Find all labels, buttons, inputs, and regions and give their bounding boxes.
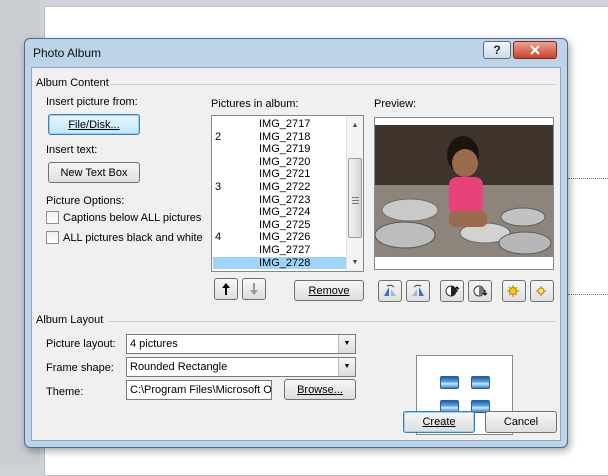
browse-button[interactable]: Browse... [284,379,356,400]
pictures-in-album-label: Pictures in album: [211,98,299,110]
preview-label: Preview: [374,98,417,110]
scroll-grip [352,203,359,204]
list-item[interactable]: 4 IMG_2726 [213,231,346,243]
picture-name: IMG_2717 [259,118,311,130]
arrow-up-icon [222,283,230,295]
scroll-up-icon[interactable]: ▲ [347,117,363,133]
picture-name: IMG_2726 [259,231,311,244]
insert-text-label: Insert text: [46,144,98,156]
brightness-down-button[interactable] [530,280,554,302]
captions-checkbox-label: Captions below ALL pictures [63,211,202,224]
picture-name: IMG_2727 [259,244,311,256]
picture-name: IMG_2723 [259,193,311,206]
rotate-right-button[interactable] [406,280,430,302]
list-item[interactable]: IMG_2719 [213,143,346,155]
theme-label: Theme: [46,386,84,398]
slide-number: 4 [215,231,222,244]
picture-name: IMG_2728 [259,256,311,269]
list-item[interactable]: 3 IMG_2722 [213,181,346,193]
pictures-list[interactable]: IMG_2717 2 IMG_2718 IMG_2719 IMG_2720 IMG_272… [211,115,364,272]
list-item[interactable]: IMG_2727 [213,244,346,256]
close-icon [530,45,540,55]
insert-picture-label: Insert picture from: [46,96,138,108]
picture-name: IMG_2725 [259,218,311,231]
picture-name: IMG_2724 [259,206,311,219]
picture-name: IMG_2720 [259,155,311,168]
scroll-grip [352,200,359,201]
create-button-label: Create [422,416,456,428]
contrast-down-icon [473,285,488,297]
frame-shape-dropdown[interactable]: Rounded Rectangle ▼ [126,357,356,377]
brightness-up-icon [507,285,519,297]
picture-name: IMG_2722 [259,181,311,193]
list-scrollbar[interactable]: ▲ ▼ [346,116,363,271]
preview-frame [374,117,554,270]
list-item[interactable]: 2 IMG_2718 [213,131,346,143]
picture-name: IMG_2718 [259,130,311,143]
create-button[interactable]: Create [403,411,475,433]
document-line [568,294,608,295]
remove-button-label: Remove [308,284,350,297]
frame-shape-value: Rounded Rectangle [130,361,228,373]
black-white-checkbox[interactable] [46,231,59,244]
black-white-checkbox-row[interactable]: ALL pictures black and white [46,231,203,244]
scroll-grip [352,197,359,198]
list-item[interactable]: IMG_2717 [213,118,346,130]
list-item[interactable]: IMG_2725 [213,219,346,231]
group-separator [110,84,556,85]
frame-shape-label: Frame shape: [46,362,114,374]
preview-image [375,125,553,257]
theme-field[interactable]: C:\Program Files\Microsoft Of [126,380,272,400]
dialog-body: Album Content Insert picture from: File/… [31,67,561,441]
contrast-up-button[interactable] [440,280,464,302]
new-text-box-button[interactable]: New Text Box [48,162,140,183]
layout-thumbnail [471,376,490,389]
captions-checkbox-row[interactable]: Captions below ALL pictures [46,211,201,224]
scroll-down-icon[interactable]: ▼ [347,254,363,270]
list-item[interactable]: IMG_2724 [213,206,346,218]
move-up-button[interactable] [214,278,238,300]
rotate-right-icon [412,284,424,296]
picture-layout-dropdown[interactable]: 4 pictures ▼ [126,334,356,354]
slide-number: 3 [215,181,222,193]
album-layout-group-label: Album Layout [36,314,104,326]
picture-name: IMG_2721 [259,168,311,181]
contrast-up-icon [445,285,460,297]
photo-album-dialog: Photo Album ? Album Content Insert pictu… [24,38,568,448]
scroll-thumb[interactable] [348,158,362,238]
file-disk-button[interactable]: File/Disk... [48,114,140,135]
preview-photo [375,125,553,257]
move-down-button[interactable] [242,278,266,300]
album-content-group-label: Album Content [36,77,109,89]
dialog-title: Photo Album [33,46,102,60]
cancel-button[interactable]: Cancel [485,411,557,433]
rotate-left-button[interactable] [378,280,402,302]
list-item[interactable]: IMG_2720 [213,156,346,168]
list-item[interactable]: IMG_2721 [213,168,346,180]
brightness-down-icon [536,286,546,296]
brightness-up-button[interactable] [502,280,526,302]
layout-thumbnail [440,376,459,389]
contrast-down-button[interactable] [468,280,492,302]
picture-options-label: Picture Options: [46,195,125,207]
arrow-down-icon [250,283,258,295]
rotate-left-icon [384,284,396,296]
close-button[interactable] [513,41,557,59]
document-line [568,178,608,179]
chevron-down-icon[interactable]: ▼ [338,358,355,376]
chevron-down-icon[interactable]: ▼ [338,335,355,353]
group-separator [108,321,556,322]
picture-layout-value: 4 pictures [130,338,178,350]
list-item[interactable]: IMG_2723 [213,194,346,206]
picture-name: IMG_2719 [259,143,311,156]
black-white-checkbox-label: ALL pictures black and white [63,231,203,244]
list-item[interactable]: IMG_2728 [213,256,346,269]
browse-button-label: Browse... [297,383,343,396]
remove-button[interactable]: Remove [294,280,364,301]
picture-layout-label: Picture layout: [46,338,116,350]
file-disk-button-label: File/Disk... [68,118,120,131]
slide-number: 2 [215,130,222,143]
captions-checkbox[interactable] [46,211,59,224]
help-button[interactable]: ? [483,41,511,59]
